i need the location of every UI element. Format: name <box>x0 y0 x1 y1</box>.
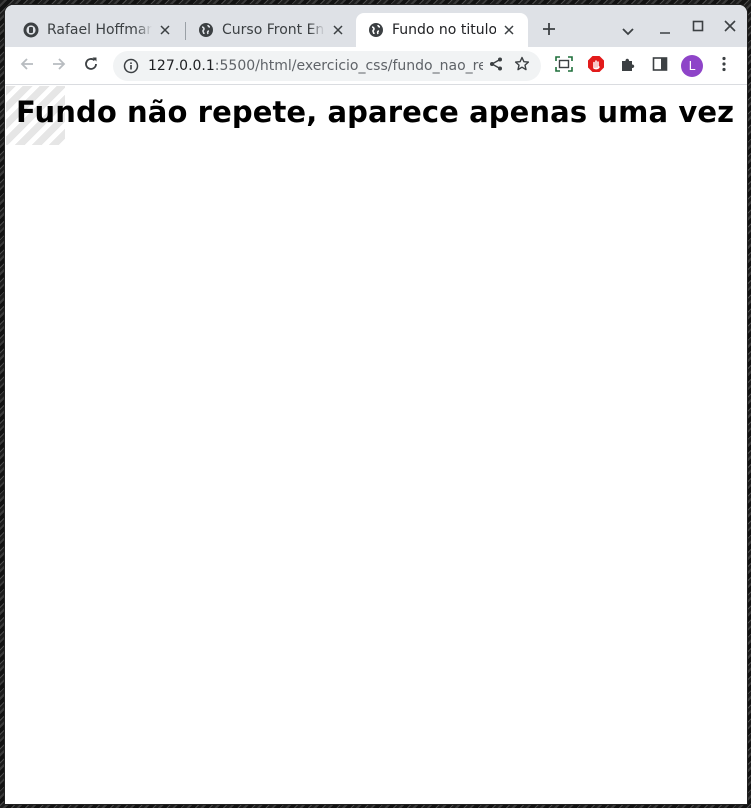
close-icon[interactable] <box>500 21 518 39</box>
globe-icon <box>198 22 214 38</box>
profile-button[interactable]: L <box>678 52 706 80</box>
tab-strip: Rafael Hoffman Curso Front End Fundo no … <box>5 5 747 47</box>
close-window-button[interactable] <box>716 12 744 40</box>
url-host: 127.0.0.1 <box>148 58 215 74</box>
tab-title: Fundo no titulo <box>392 22 496 38</box>
forward-button[interactable] <box>45 52 73 80</box>
new-tab-button[interactable] <box>535 16 563 44</box>
reload-button[interactable] <box>77 52 105 80</box>
avatar: L <box>681 55 703 77</box>
close-icon[interactable] <box>156 21 174 39</box>
info-icon[interactable] <box>123 58 139 74</box>
extensions-button[interactable] <box>614 52 642 80</box>
tab-fundo-no-titulo[interactable]: Fundo no titulo <box>356 13 528 47</box>
reload-icon <box>83 56 99 76</box>
star-icon <box>514 56 530 76</box>
plus-icon <box>542 21 556 40</box>
browser-menu-button[interactable] <box>710 52 738 80</box>
share-button[interactable] <box>483 53 509 79</box>
close-icon <box>724 17 736 36</box>
globe-icon <box>368 22 384 38</box>
minimize-button[interactable] <box>651 15 679 43</box>
tab-title: Rafael Hoffman <box>47 22 152 38</box>
puzzle-icon <box>620 56 636 76</box>
github-icon <box>23 22 39 38</box>
url-path: :5500/html/exercicio_css/fundo_nao_re... <box>214 58 483 74</box>
browser-window: Rafael Hoffman Curso Front End Fundo no … <box>5 5 747 804</box>
side-panel-button[interactable] <box>646 52 674 80</box>
arrow-left-icon <box>19 56 35 76</box>
chevron-down-icon <box>622 21 634 40</box>
side-panel-icon <box>652 56 668 76</box>
back-button[interactable] <box>13 52 41 80</box>
screen-capture-icon <box>555 56 573 76</box>
address-bar[interactable]: 127.0.0.1:5500/html/exercicio_css/fundo_… <box>113 51 541 81</box>
tab-curso-front-end[interactable]: Curso Front End <box>186 13 357 47</box>
adblock-button[interactable] <box>582 52 610 80</box>
tab-search-button[interactable] <box>614 16 642 44</box>
tab-title: Curso Front End <box>222 22 325 38</box>
maximize-button[interactable] <box>684 12 712 40</box>
page-viewport: Fundo não repete, aparece apenas uma vez <box>5 85 747 804</box>
page-heading: Fundo não repete, aparece apenas uma vez <box>16 95 735 129</box>
bookmark-button[interactable] <box>509 53 535 79</box>
screen-capture-button[interactable] <box>550 52 578 80</box>
stop-hand-icon <box>587 55 605 77</box>
url-text[interactable]: 127.0.0.1:5500/html/exercicio_css/fundo_… <box>148 58 483 74</box>
maximize-icon <box>692 17 704 36</box>
close-icon[interactable] <box>329 21 347 39</box>
kebab-menu-icon <box>722 56 726 76</box>
minimize-icon <box>659 20 671 39</box>
tab-rafael-hoffman[interactable]: Rafael Hoffman <box>11 13 184 47</box>
arrow-right-icon <box>51 56 67 76</box>
share-icon <box>488 56 504 76</box>
browser-toolbar: 127.0.0.1:5500/html/exercicio_css/fundo_… <box>5 47 747 85</box>
